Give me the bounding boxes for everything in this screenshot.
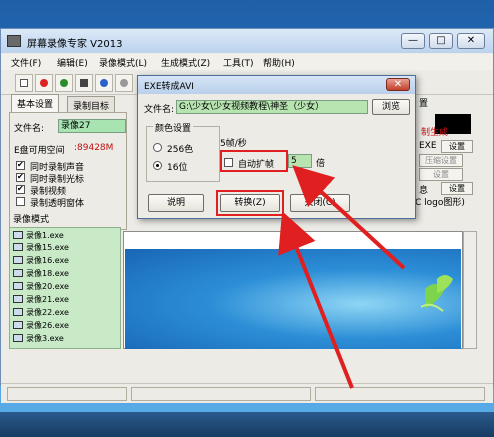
color-16bit-label: 16位 [167, 163, 188, 173]
highlight-convert [216, 190, 284, 216]
list-item[interactable]: 录像1.exe [13, 230, 64, 242]
tab-basic-settings[interactable]: 基本设置 [11, 94, 60, 112]
list-header: 录像模式 [13, 215, 50, 225]
exe-label: EXE [419, 141, 437, 151]
taskbar [0, 412, 494, 437]
frame-multiplier-input[interactable]: 5 [288, 154, 312, 168]
generate-label: 制生成 [421, 128, 449, 138]
list-item[interactable]: 录像18.exe [13, 268, 69, 280]
title-bar[interactable]: 屏幕录像专家 V2013 — □ ✕ [1, 29, 493, 53]
dialog-file-input[interactable]: G:\少女\少女视频教程\神圣（少女） [176, 100, 368, 114]
film-icon [13, 243, 23, 251]
menu-tools[interactable]: 工具(T) [223, 56, 254, 69]
status-cell [7, 387, 127, 401]
windows-logo-icon [420, 275, 453, 312]
record-icon[interactable] [35, 74, 53, 92]
exe-to-avi-dialog: EXE转成AVI ✕ 文件名: G:\少女\少女视频教程\神圣（少女） 浏览 颜… [137, 75, 416, 219]
multiplier-unit: 倍 [316, 159, 326, 169]
pause-icon[interactable] [75, 74, 93, 92]
help-button[interactable]: 说明 [148, 194, 204, 212]
dialog-file-label: 文件名: [144, 105, 175, 115]
list-item[interactable]: 录像15.exe [13, 242, 69, 254]
tool-icon[interactable] [115, 74, 133, 92]
browse-button[interactable]: 浏览 [372, 99, 410, 115]
fps-label: 5帧/秒 [220, 139, 247, 149]
highlight-auto-frame [220, 150, 288, 172]
record-cursor-checkbox[interactable] [16, 172, 25, 182]
status-cell [131, 387, 311, 401]
record-transparent-checkbox[interactable] [16, 197, 25, 206]
menu-record-mode[interactable]: 录像模式(L) [99, 56, 147, 69]
file-name-label: 文件名: [14, 124, 45, 134]
color-256-radio[interactable] [153, 143, 162, 152]
app-icon [7, 35, 21, 47]
record-audio-checkbox[interactable] [16, 160, 25, 170]
disk-space-value: :89428M [74, 143, 114, 153]
color-settings-group: 颜色设置 256色 16位 [146, 121, 220, 182]
exe-settings-button[interactable]: 设置 [441, 140, 473, 153]
compress-settings-button[interactable]: 压缩设置 [419, 154, 463, 167]
menu-edit[interactable]: 编辑(E) [57, 56, 88, 69]
info-settings-button[interactable]: 设置 [441, 182, 473, 195]
dialog-title: EXE转成AVI [144, 82, 194, 92]
tab-record-target[interactable]: 录制目标 [67, 96, 116, 112]
color-256-label: 256色 [167, 145, 194, 155]
menu-help[interactable]: 帮助(H) [263, 56, 295, 69]
film-icon [13, 295, 23, 303]
logo-label: C logo图形) [415, 198, 465, 208]
film-icon [13, 256, 23, 264]
minimize-button[interactable]: — [401, 33, 425, 49]
film-icon [13, 321, 23, 329]
film-icon [13, 269, 23, 277]
stop-icon[interactable] [55, 74, 73, 92]
play-icon[interactable] [95, 74, 113, 92]
new-file-icon[interactable] [15, 74, 33, 92]
record-transparent-label: 录制透明窗体 [30, 199, 85, 209]
tab-fragment[interactable]: 置 [419, 96, 428, 109]
list-item[interactable]: 录像21.exe [13, 294, 69, 306]
menu-bar: 文件(F) 编辑(E) 录像模式(L) 生成模式(Z) 工具(T) 帮助(H) [1, 54, 493, 70]
vertical-scrollbar[interactable] [463, 231, 477, 349]
record-video-checkbox[interactable] [16, 184, 25, 194]
list-item[interactable]: 录像3.exe [13, 333, 64, 345]
color-group-label: 颜色设置 [153, 121, 194, 134]
window-title: 屏幕录像专家 V2013 [27, 39, 123, 50]
dialog-close-button[interactable]: ✕ [386, 78, 410, 91]
film-icon [13, 334, 23, 342]
file-name-input[interactable]: 录像27 [58, 119, 126, 133]
recording-list[interactable]: 录像1.exe 录像15.exe 录像16.exe 录像18.exe 录像20.… [9, 227, 121, 349]
settings-button-2[interactable]: 设置 [419, 168, 463, 181]
color-16bit-radio[interactable] [153, 161, 162, 170]
status-bar [1, 383, 493, 403]
disk-space-label: E盘可用空间 [14, 146, 65, 156]
desktop-preview-image [125, 249, 461, 349]
list-item[interactable]: 录像20.exe [13, 281, 69, 293]
dialog-close-btn[interactable]: 关闭(C) [290, 194, 350, 212]
list-item[interactable]: 录像26.exe [13, 320, 69, 332]
close-button[interactable]: ✕ [457, 33, 485, 49]
film-icon [13, 231, 23, 239]
film-icon [13, 308, 23, 316]
status-cell [315, 387, 485, 401]
list-item[interactable]: 录像22.exe [13, 307, 69, 319]
list-item[interactable]: 录像16.exe [13, 255, 69, 267]
film-icon [13, 282, 23, 290]
menu-file[interactable]: 文件(F) [11, 56, 41, 69]
menu-generate-mode[interactable]: 生成模式(Z) [161, 56, 210, 69]
dialog-title-bar[interactable]: EXE转成AVI ✕ [138, 76, 415, 94]
maximize-button[interactable]: □ [429, 33, 453, 49]
